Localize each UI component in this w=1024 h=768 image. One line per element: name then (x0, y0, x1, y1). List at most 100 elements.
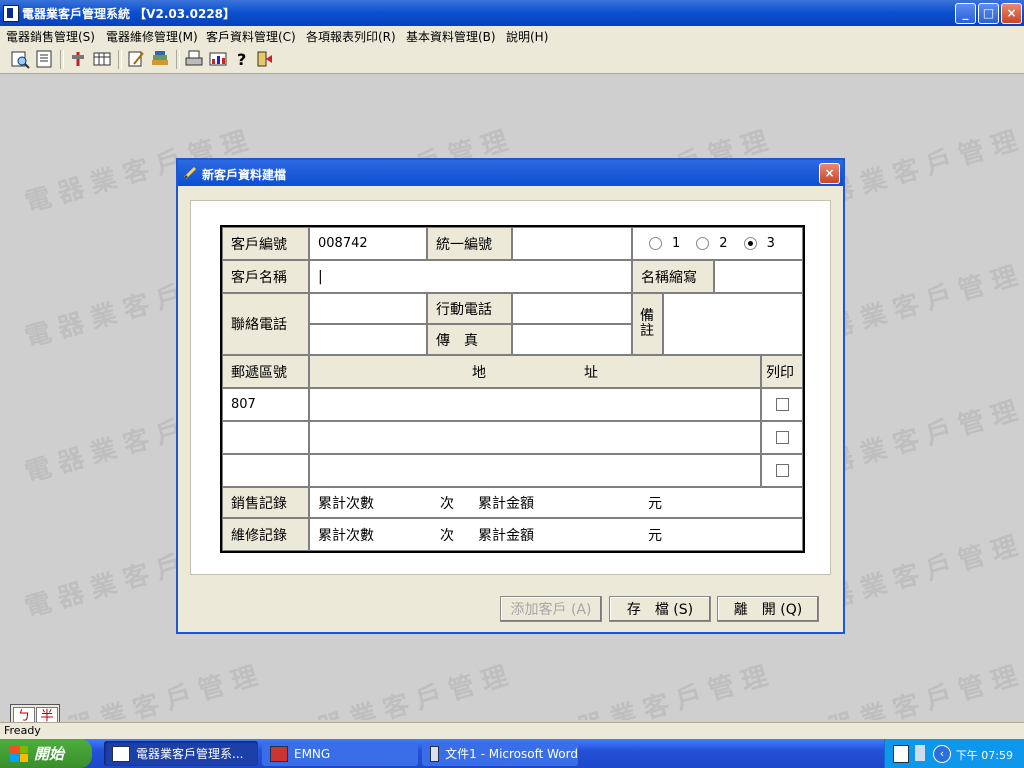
remark-field[interactable] (663, 293, 803, 355)
help-icon[interactable]: ? (232, 49, 252, 69)
print-checkbox-cell (761, 388, 803, 421)
repair-record-label: 維修記錄 (222, 518, 309, 551)
menu-reports[interactable]: 各項報表列印(R) (306, 28, 396, 45)
print-checkbox[interactable] (775, 431, 789, 444)
postal-code-field[interactable] (222, 454, 309, 487)
status-bar: Fready (0, 722, 1024, 740)
task-label: 文件1 - Microsoft Word (445, 747, 578, 761)
toolbar-separator (118, 50, 122, 69)
repair-amount-unit: 元 (648, 527, 662, 544)
task-button-app[interactable]: 電器業客戶管理系... (104, 741, 258, 766)
menu-help[interactable]: 說明(H) (506, 28, 548, 45)
customer-no-label: 客戶編號 (222, 227, 309, 260)
watermark: 電器業客戶管理 (541, 659, 779, 720)
menu-basic-data[interactable]: 基本資料管理(B) (406, 28, 496, 45)
toolbar-separator (176, 50, 180, 69)
record-icon[interactable] (34, 49, 54, 69)
start-label: 開始 (34, 745, 65, 763)
close-button[interactable]: × (1001, 3, 1022, 24)
system-tray: ‹ 下午 07:59 (884, 739, 1024, 768)
contact-phone-field-1[interactable] (309, 293, 427, 324)
postal-code-header: 郵遞區號 (222, 355, 309, 388)
repair-count-unit: 次 (440, 527, 454, 544)
address-field[interactable] (309, 421, 761, 454)
tray-network-icon[interactable] (915, 745, 925, 761)
start-button[interactable]: 開始 (0, 739, 92, 768)
remark-label: 備註 (632, 293, 663, 355)
maximize-button[interactable]: □ (978, 3, 999, 24)
print-checkbox[interactable] (775, 464, 789, 477)
repair-count-label: 累計次數 (318, 527, 374, 544)
new-customer-dialog: 新客戶資料建檔 × 客戶編號 008742 統一編號 1 2 3 客戶名稱 | … (176, 158, 845, 634)
menu-customer[interactable]: 客戶資料管理(C) (206, 28, 296, 45)
short-name-field[interactable] (714, 260, 803, 293)
repair-record-row: 累計次數 次 累計金額 元 (309, 518, 803, 551)
radio-label-3: 3 (766, 236, 775, 251)
sales-record-label: 銷售記錄 (222, 487, 309, 518)
address-field[interactable] (309, 388, 761, 421)
mobile-label: 行動電話 (427, 293, 512, 324)
customer-name-field[interactable]: | (309, 260, 632, 293)
mobile-field[interactable] (512, 293, 632, 324)
menu-bar: 電器銷售管理(S) 電器維修管理(M) 客戶資料管理(C) 各項報表列印(R) … (0, 26, 1024, 46)
contact-phone-field-2[interactable] (309, 324, 427, 355)
sales-count-unit: 次 (440, 495, 454, 512)
task-button-emng[interactable]: EMNG (262, 741, 418, 766)
print-icon[interactable] (184, 49, 204, 69)
postal-code-field[interactable] (222, 421, 309, 454)
radio-option-1[interactable] (649, 237, 662, 250)
address-field[interactable] (309, 454, 761, 487)
customer-type-radio-group: 1 2 3 (632, 227, 803, 260)
radio-option-3[interactable] (743, 237, 757, 250)
dialog-title: 新客戶資料建檔 (202, 168, 287, 182)
radio-option-2[interactable] (696, 237, 710, 250)
tray-expand-icon[interactable]: ‹ (933, 745, 951, 763)
table-icon[interactable] (92, 49, 112, 69)
print-header: 列印 (761, 355, 803, 388)
print-checkbox[interactable] (775, 398, 789, 411)
task-button-word[interactable]: 文件1 - Microsoft Word (422, 741, 578, 766)
report-icon[interactable] (208, 49, 228, 69)
taskbar: 開始 電器業客戶管理系... EMNG 文件1 - Microsoft Word… (0, 739, 1024, 768)
menu-repair[interactable]: 電器維修管理(M) (106, 28, 198, 45)
fax-label: 傳 真 (427, 324, 512, 355)
clock: 下午 07:59 (955, 749, 1013, 762)
save-button[interactable]: 存 檔 (S) (609, 596, 711, 622)
customer-no-field[interactable]: 008742 (309, 227, 427, 260)
postal-code-field[interactable]: 807 (222, 388, 309, 421)
customer-name-label: 客戶名稱 (222, 260, 309, 293)
dialog-close-button[interactable]: × (819, 163, 840, 184)
app-icon[interactable] (3, 5, 19, 22)
dialog-title-bar[interactable]: 新客戶資料建檔 × (178, 160, 843, 186)
toolbar: ? (0, 46, 1024, 74)
address-header: 地 址 (309, 355, 761, 388)
sales-amount-label: 累計金額 (478, 495, 534, 512)
tool-icon[interactable] (68, 49, 88, 69)
radio-label-2: 2 (719, 236, 728, 251)
sales-record-row: 累計次數 次 累計金額 元 (309, 487, 803, 518)
toolbar-separator (60, 50, 64, 69)
minimize-button[interactable]: _ (955, 3, 976, 24)
tax-id-field[interactable] (512, 227, 632, 260)
short-name-label: 名稱縮寫 (632, 260, 714, 293)
tray-ime-icon[interactable] (893, 745, 909, 763)
tax-id-label: 統一編號 (427, 227, 512, 260)
window-title: 電器業客戶管理系統 【V2.03.0228】 (22, 7, 236, 21)
task-label: EMNG (294, 746, 331, 761)
sales-amount-unit: 元 (648, 495, 662, 512)
fax-field[interactable] (512, 324, 632, 355)
app-task-icon (112, 745, 130, 762)
books-icon[interactable] (150, 49, 170, 69)
menu-sales[interactable]: 電器銷售管理(S) (6, 28, 95, 45)
title-bar: 電器業客戶管理系統 【V2.03.0228】 _ □ × (0, 0, 1024, 26)
exit-button[interactable]: 離 開 (Q) (717, 596, 819, 622)
add-customer-button[interactable]: 添加客戶 (A) (500, 596, 602, 622)
customer-search-icon[interactable] (10, 49, 30, 69)
exit-icon[interactable] (254, 49, 274, 69)
form-panel: 客戶編號 008742 統一編號 1 2 3 客戶名稱 | 名稱縮寫 聯絡電話 … (190, 200, 831, 575)
pencil-icon (183, 166, 197, 180)
print-checkbox-cell (761, 421, 803, 454)
edit-icon[interactable] (126, 49, 146, 69)
task-label: 電器業客戶管理系... (136, 747, 244, 761)
contact-phone-label: 聯絡電話 (222, 293, 309, 355)
